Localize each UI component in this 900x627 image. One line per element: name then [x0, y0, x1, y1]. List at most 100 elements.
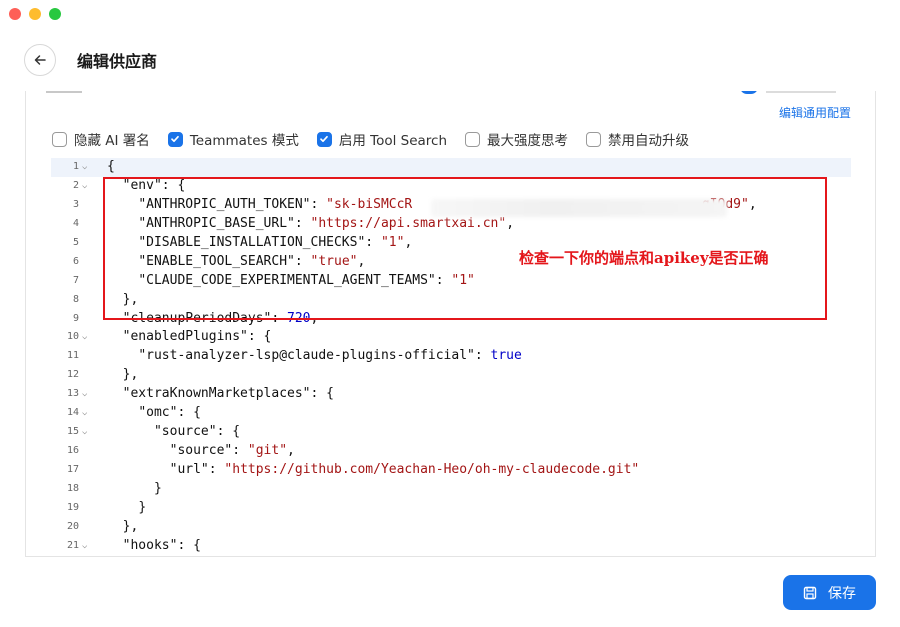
line-number: 12: [66, 369, 79, 381]
fold-chevron-icon[interactable]: ⌵: [82, 177, 87, 196]
clipped-toggle: [740, 91, 758, 94]
code-token: : {: [247, 329, 272, 345]
code-text: "source": {: [107, 423, 240, 442]
code-line[interactable]: 7 "CLAUDE_CODE_EXPERIMENTAL_AGENT_TEAMS"…: [51, 272, 851, 291]
code-token: :: [310, 196, 327, 212]
option-checkbox-3[interactable]: 最大强度思考: [465, 129, 568, 149]
code-token: "omc": [138, 405, 178, 421]
code-text: "enabledPlugins": {: [107, 328, 272, 347]
code-token: :: [271, 310, 288, 326]
json-editor[interactable]: 1 ⌵{2 ⌵ "env": {3 "ANTHROPIC_AUTH_TOKEN": …: [51, 158, 851, 556]
code-token: "https://github.com/Yeachan-Heo/oh-my-cl…: [224, 462, 640, 477]
code-token: true: [490, 348, 522, 364]
code-token: "git": [247, 443, 288, 459]
code-line[interactable]: 19 }: [51, 499, 851, 518]
code-text: "ENABLE_TOOL_SEARCH": "true",: [107, 253, 365, 272]
code-token: : {: [216, 424, 241, 440]
code-line[interactable]: 8 },: [51, 291, 851, 310]
code-text: "rust-analyzer-lsp@claude-plugins-offici…: [107, 347, 522, 366]
window-controls: [9, 8, 61, 20]
code-line[interactable]: 12 },: [51, 366, 851, 385]
close-window-button[interactable]: [9, 8, 21, 20]
code-text: },: [107, 518, 139, 537]
code-token: ,: [506, 215, 515, 231]
code-token: "ENABLE_TOOL_SEARCH": [138, 253, 295, 269]
code-token: "CLAUDE_CODE_EXPERIMENTAL_AGENT_TEAMS": [138, 272, 436, 288]
code-token: ,: [310, 310, 319, 326]
line-number: 10: [66, 331, 79, 343]
checkbox-checked-icon[interactable]: [316, 131, 332, 147]
code-line[interactable]: 9 "cleanupPeriodDays": 720,: [51, 310, 851, 329]
code-line[interactable]: 20 },: [51, 518, 851, 537]
code-token: },: [122, 518, 139, 534]
fold-chevron-icon[interactable]: ⌵: [82, 423, 87, 442]
edit-common-config-link[interactable]: 编辑通用配置: [779, 104, 851, 121]
code-token: "1": [380, 234, 405, 250]
code-text: "DISABLE_INSTALLATION_CHECKS": "1",: [107, 234, 412, 253]
line-number: 17: [66, 464, 79, 475]
code-token: {: [107, 159, 115, 174]
code-line[interactable]: 21 ⌵ "hooks": {: [51, 537, 851, 556]
code-line[interactable]: 4 "ANTHROPIC_BASE_URL": "https://api.sma…: [51, 215, 851, 234]
code-token: "url": [169, 462, 209, 477]
save-label: 保存: [828, 585, 856, 602]
code-line[interactable]: 13 ⌵ "extraKnownMarketplaces": {: [51, 385, 851, 404]
code-text: "url": "https://github.com/Yeachan-Heo/o…: [107, 461, 640, 480]
code-token: ,: [287, 443, 295, 459]
clipped-label: [766, 91, 836, 93]
checkbox-unchecked-icon[interactable]: [52, 131, 67, 147]
code-token: "env": [122, 177, 162, 193]
code-token: "cleanupPeriodDays": [122, 310, 272, 326]
code-line[interactable]: 14 ⌵ "omc": {: [51, 404, 851, 423]
code-token: "source": [169, 443, 233, 459]
maximize-window-button[interactable]: [49, 8, 61, 20]
annotation-text: 检查一下你的端点和apikey是否正确: [519, 249, 769, 267]
line-number: 13: [66, 388, 79, 400]
code-token: "https://api.smartxai.cn": [310, 215, 507, 231]
option-checkbox-4[interactable]: 禁用自动升级: [586, 129, 689, 149]
code-line[interactable]: 1 ⌵ {: [51, 158, 851, 177]
code-line[interactable]: 16 "source": "git",: [51, 442, 851, 461]
code-line[interactable]: 10 ⌵ "enabledPlugins": {: [51, 328, 851, 347]
code-token: : {: [161, 177, 186, 193]
code-text: "hooks": {: [107, 537, 201, 556]
page-title: 编辑供应商: [77, 52, 158, 71]
fold-chevron-icon[interactable]: ⌵: [82, 537, 87, 556]
checkbox-unchecked-icon[interactable]: [465, 131, 481, 147]
save-button[interactable]: 保存: [783, 575, 876, 610]
code-token: "ANTHROPIC_AUTH_TOKEN": [138, 196, 311, 212]
code-line[interactable]: 15 ⌵ "source": {: [51, 423, 851, 442]
option-label: 启用 Tool Search: [338, 133, 448, 149]
option-checkbox-1[interactable]: Teammates 模式: [167, 129, 299, 149]
fold-chevron-icon[interactable]: ⌵: [82, 404, 87, 423]
fold-chevron-icon[interactable]: ⌵: [82, 158, 87, 177]
code-line[interactable]: 11 "rust-analyzer-lsp@claude-plugins-off…: [51, 347, 851, 366]
fold-chevron-icon[interactable]: ⌵: [82, 328, 87, 347]
code-token: "sk-biSMCcR: [326, 196, 413, 212]
checkbox-unchecked-icon[interactable]: [586, 131, 602, 147]
line-number: 1: [72, 161, 79, 172]
code-line[interactable]: 2 ⌵ "env": {: [51, 177, 851, 196]
code-text: "source": "git",: [107, 442, 295, 461]
option-label: Teammates 模式: [189, 133, 299, 149]
checkbox-checked-icon[interactable]: [167, 131, 183, 147]
code-token: :: [294, 215, 311, 231]
code-line[interactable]: 17 "url": "https://github.com/Yeachan-He…: [51, 461, 851, 480]
option-checkbox-2[interactable]: 启用 Tool Search: [316, 129, 448, 149]
line-number: 14: [66, 407, 79, 419]
line-number: 9: [72, 312, 79, 324]
back-button[interactable]: [24, 44, 56, 76]
line-number: 11: [66, 350, 79, 362]
code-token: :: [365, 234, 381, 250]
code-line[interactable]: 18 }: [51, 480, 851, 499]
option-checkbox-0[interactable]: 隐藏 AI 署名: [52, 129, 150, 149]
code-text: "ANTHROPIC_BASE_URL": "https://api.smart…: [107, 215, 514, 234]
line-number: 21: [66, 539, 79, 551]
code-text: },: [107, 366, 139, 385]
minimize-window-button[interactable]: [29, 8, 41, 20]
fold-chevron-icon[interactable]: ⌵: [82, 385, 87, 404]
line-number: 7: [72, 274, 79, 286]
code-token: :: [474, 348, 491, 364]
code-token: }: [153, 480, 162, 496]
code-text: "cleanupPeriodDays": 720,: [107, 310, 319, 329]
